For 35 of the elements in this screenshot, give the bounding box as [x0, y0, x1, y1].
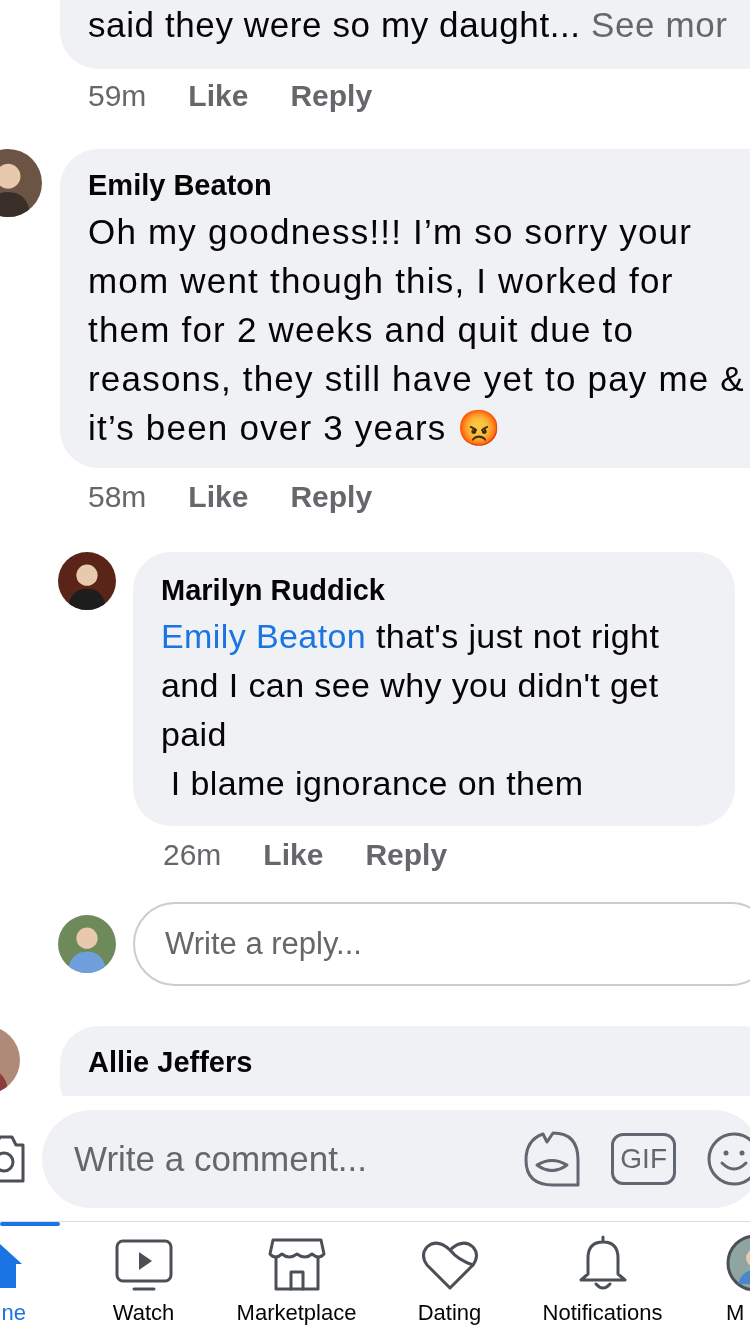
selected-indicator	[0, 1222, 60, 1226]
reply-author: Marilyn Ruddick	[161, 573, 386, 608]
tab[interactable]: Notifications	[526, 1222, 679, 1334]
tab[interactable]: Dating	[373, 1222, 526, 1334]
like-link[interactable]: Like	[188, 79, 249, 113]
tab[interactable]: Marketplace	[220, 1222, 373, 1334]
video-icon	[113, 1238, 174, 1292]
mention-link[interactable]: Emily Beaton	[161, 617, 367, 655]
like-link[interactable]: Like	[263, 838, 324, 872]
comment-author: Allie Jeffers	[88, 1045, 254, 1080]
reply-link[interactable]: Reply	[290, 79, 373, 113]
comment-text: said they were so my daught... See mor	[88, 4, 729, 46]
like-link[interactable]: Like	[188, 480, 249, 514]
comment-input[interactable]: Write a comment...	[72, 1137, 494, 1180]
tab[interactable]: ne	[0, 1222, 60, 1334]
comment-field[interactable]: Write a comment... GIF	[42, 1109, 750, 1208]
comment-time: 58m	[88, 480, 147, 514]
reply-field[interactable]: Write a reply...	[133, 902, 750, 986]
reply-link[interactable]: Reply	[290, 480, 373, 514]
tab[interactable]: Watch	[67, 1222, 220, 1334]
shop-icon	[266, 1236, 327, 1292]
emoji-icon[interactable]	[706, 1130, 750, 1187]
see-more-link[interactable]: See mor	[591, 5, 728, 44]
reply-input[interactable]: Write a reply...	[163, 925, 750, 963]
avatar	[58, 915, 116, 973]
sticker-icon[interactable]	[523, 1129, 582, 1188]
tab[interactable]: M	[726, 1222, 750, 1334]
reply-time: 26m	[163, 838, 222, 872]
avatar	[58, 552, 116, 610]
gif-button[interactable]: GIF	[611, 1132, 676, 1185]
reply-link[interactable]: Reply	[365, 838, 448, 872]
comment-author: Emily Beaton	[88, 168, 273, 203]
comment-time: 59m	[88, 79, 147, 113]
reply-text: Emily Beaton that's just not right and I can see why you didn't get paid I blame ignorance on them	[161, 616, 661, 804]
comment-text: Oh my goodness!!! I’m so sorry your mom went though this, I worked for them for 2 weeks and quit due to reasons, they still have yet to pay me & it’s been over 3 years 😡	[88, 211, 746, 449]
